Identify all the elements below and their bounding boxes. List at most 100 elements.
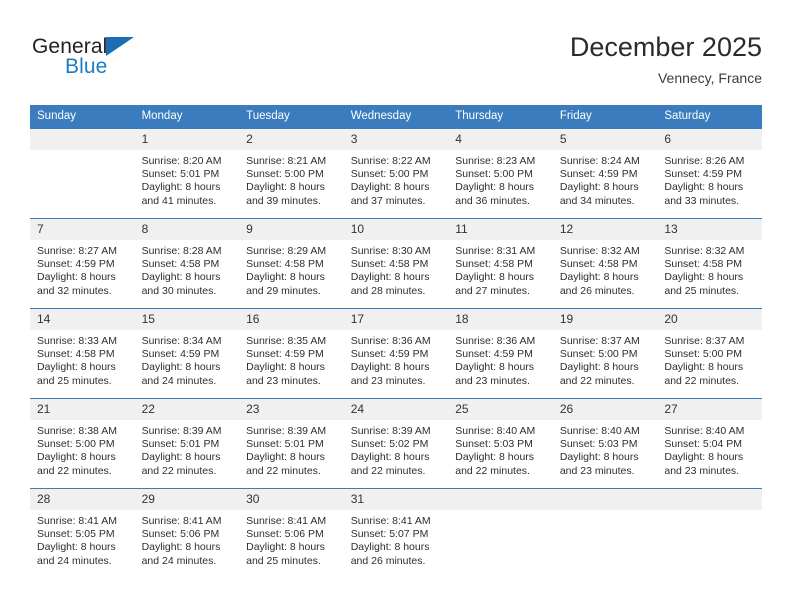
sunset-label: Sunset: 5:06 PM xyxy=(246,528,324,541)
sunset-label: Sunset: 4:59 PM xyxy=(664,168,743,181)
week-row: 21 Sunrise: 8:38 AM Sunset: 5:00 PM Dayligh… xyxy=(30,398,762,489)
weekday-header-row: Sunday Monday Tuesday Wednesday Thursday Frid… xyxy=(30,105,762,129)
day-cell[interactable]: 12 Sunrise: 8:32 AM Sunset: 4:58 PM Dayligh… xyxy=(552,218,658,309)
day-details: Sunrise: 8:23 AM Sunset: 5:00 PM Daylight:… xyxy=(448,150,553,208)
day-cell[interactable]: 21 Sunrise: 8:38 AM Sunset: 5:00 PM Dayligh… xyxy=(30,398,135,489)
day-cell[interactable]: 29 Sunrise: 8:41 AM Sunset: 5:06 PM Dayligh… xyxy=(134,488,240,578)
day-details: Sunrise: 8:22 AM Sunset: 5:00 PM Daylight:… xyxy=(344,150,449,208)
day-details: Sunrise: 8:29 AM Sunset: 4:58 PM Daylight:… xyxy=(239,240,344,298)
daylight-label-line2: and 37 minutes. xyxy=(350,194,426,207)
day-cell[interactable]: 27 Sunrise: 8:40 AM Sunset: 5:04 PM Dayligh… xyxy=(657,398,762,489)
daylight-label-line1: Daylight: 8 hours xyxy=(350,361,430,374)
day-cell[interactable]: 16 Sunrise: 8:35 AM Sunset: 4:59 PM Dayligh… xyxy=(239,308,344,399)
sunrise-label: Sunrise: 8:40 AM xyxy=(559,425,640,437)
day-cell[interactable]: 22 Sunrise: 8:39 AM Sunset: 5:01 PM Dayligh… xyxy=(134,398,240,489)
day-cell[interactable]: 5 Sunrise: 8:24 AM Sunset: 4:59 PM Daylight… xyxy=(552,128,658,219)
day-cell[interactable]: 15 Sunrise: 8:34 AM Sunset: 4:59 PM Dayligh… xyxy=(134,308,240,399)
day-cell[interactable]: 11 Sunrise: 8:31 AM Sunset: 4:58 PM Dayligh… xyxy=(448,218,553,309)
day-cell[interactable]: 10 Sunrise: 8:30 AM Sunset: 4:58 PM Dayligh… xyxy=(343,218,449,309)
daylight-label-line2: and 22 minutes. xyxy=(559,374,635,387)
daylight-label-line1: Daylight: 8 hours xyxy=(246,541,325,554)
daylight-label-line1: Daylight: 8 hours xyxy=(664,271,744,284)
day-number: 3 xyxy=(343,129,449,150)
day-cell[interactable]: 30 Sunrise: 8:41 AM Sunset: 5:06 PM Dayligh… xyxy=(239,488,344,578)
daylight-label-line2: and 23 minutes. xyxy=(246,374,321,387)
day-number: 13 xyxy=(657,219,762,240)
sunset-label: Sunset: 5:01 PM xyxy=(141,438,220,451)
sunset-label: Sunset: 4:59 PM xyxy=(455,348,533,361)
sunrise-label: Sunrise: 8:41 AM xyxy=(141,515,222,527)
daylight-label-line1: Daylight: 8 hours xyxy=(37,451,116,464)
day-cell[interactable]: 28 Sunrise: 8:41 AM Sunset: 5:05 PM Dayligh… xyxy=(30,488,135,578)
daylight-label-line1: Daylight: 8 hours xyxy=(559,451,639,464)
sunrise-label: Sunrise: 8:39 AM xyxy=(350,425,431,437)
daylight-label-line2: and 22 minutes. xyxy=(141,464,217,477)
day-cell[interactable]: 3 Sunrise: 8:22 AM Sunset: 5:00 PM Daylight… xyxy=(343,128,449,219)
page-title: December 2025 xyxy=(569,32,762,62)
day-cell[interactable]: 25 Sunrise: 8:40 AM Sunset: 5:03 PM Dayligh… xyxy=(448,398,553,489)
daylight-label-line1: Daylight: 8 hours xyxy=(350,451,430,464)
day-number xyxy=(552,489,658,510)
daylight-label-line2: and 26 minutes. xyxy=(350,554,426,567)
day-cell[interactable]: 4 Sunrise: 8:23 AM Sunset: 5:00 PM Daylight… xyxy=(448,128,553,219)
day-cell[interactable]: 6 Sunrise: 8:26 AM Sunset: 4:59 PM Daylight… xyxy=(657,128,762,219)
day-details: Sunrise: 8:21 AM Sunset: 5:00 PM Daylight:… xyxy=(239,150,344,208)
day-details: Sunrise: 8:41 AM Sunset: 5:06 PM Daylight:… xyxy=(239,510,344,568)
day-cell[interactable]: 9 Sunrise: 8:29 AM Sunset: 4:58 PM Daylight… xyxy=(239,218,344,309)
sunrise-label: Sunrise: 8:30 AM xyxy=(350,245,431,257)
daylight-label-line2: and 39 minutes. xyxy=(246,194,321,207)
sunrise-label: Sunrise: 8:28 AM xyxy=(141,245,222,257)
day-number: 10 xyxy=(343,219,449,240)
weekday-header-monday: Monday xyxy=(134,105,240,129)
day-cell[interactable]: 17 Sunrise: 8:36 AM Sunset: 4:59 PM Dayligh… xyxy=(343,308,449,399)
sunrise-label: Sunrise: 8:32 AM xyxy=(559,245,640,257)
day-cell[interactable]: 23 Sunrise: 8:39 AM Sunset: 5:01 PM Dayligh… xyxy=(239,398,344,489)
day-cell[interactable]: 20 Sunrise: 8:37 AM Sunset: 5:00 PM Dayligh… xyxy=(657,308,762,399)
sunset-label: Sunset: 5:00 PM xyxy=(37,438,115,451)
day-number: 21 xyxy=(30,399,135,420)
day-details: Sunrise: 8:28 AM Sunset: 4:58 PM Daylight:… xyxy=(135,240,240,298)
day-details: Sunrise: 8:30 AM Sunset: 4:58 PM Daylight:… xyxy=(344,240,449,298)
sunset-label: Sunset: 4:59 PM xyxy=(141,348,220,361)
daylight-label-line1: Daylight: 8 hours xyxy=(664,361,744,374)
sunrise-label: Sunrise: 8:40 AM xyxy=(664,425,745,437)
day-cell[interactable]: 8 Sunrise: 8:28 AM Sunset: 4:58 PM Daylight… xyxy=(134,218,240,309)
calendar-grid: Sunday Monday Tuesday Wednesday Thursday Frid… xyxy=(30,105,762,578)
daylight-label-line1: Daylight: 8 hours xyxy=(350,181,430,194)
day-cell[interactable]: 1 Sunrise: 8:20 AM Sunset: 5:01 PM Daylight… xyxy=(134,128,240,219)
brand-logo[interactable]: General Blue xyxy=(32,34,222,94)
daylight-label-line2: and 24 minutes. xyxy=(141,554,217,567)
sunrise-label: Sunrise: 8:33 AM xyxy=(37,335,117,347)
day-details: Sunrise: 8:26 AM Sunset: 4:59 PM Daylight:… xyxy=(657,150,762,208)
day-cell[interactable]: 24 Sunrise: 8:39 AM Sunset: 5:02 PM Dayligh… xyxy=(343,398,449,489)
weekday-header-saturday: Saturday xyxy=(657,105,762,129)
sunset-label: Sunset: 5:00 PM xyxy=(559,348,638,361)
daylight-label-line2: and 22 minutes. xyxy=(350,464,426,477)
day-details: Sunrise: 8:37 AM Sunset: 5:00 PM Daylight:… xyxy=(553,330,658,388)
day-cell[interactable]: 14 Sunrise: 8:33 AM Sunset: 4:58 PM Dayligh… xyxy=(30,308,135,399)
day-cell[interactable]: 19 Sunrise: 8:37 AM Sunset: 5:00 PM Dayligh… xyxy=(552,308,658,399)
week-row: 14 Sunrise: 8:33 AM Sunset: 4:58 PM Dayligh… xyxy=(30,308,762,399)
sunrise-label: Sunrise: 8:34 AM xyxy=(141,335,222,347)
day-number: 12 xyxy=(552,219,658,240)
day-number: 11 xyxy=(448,219,553,240)
sunset-label: Sunset: 4:59 PM xyxy=(350,348,429,361)
sunset-label: Sunset: 4:58 PM xyxy=(350,258,429,271)
day-cell[interactable]: 26 Sunrise: 8:40 AM Sunset: 5:03 PM Dayligh… xyxy=(552,398,658,489)
day-cell[interactable]: 18 Sunrise: 8:36 AM Sunset: 4:59 PM Dayligh… xyxy=(448,308,553,399)
day-number xyxy=(448,489,553,510)
day-cell[interactable]: 7 Sunrise: 8:27 AM Sunset: 4:59 PM Daylight… xyxy=(30,218,135,309)
day-details: Sunrise: 8:36 AM Sunset: 4:59 PM Daylight:… xyxy=(344,330,449,388)
sunset-label: Sunset: 4:58 PM xyxy=(455,258,533,271)
day-number: 7 xyxy=(30,219,135,240)
daylight-label-line1: Daylight: 8 hours xyxy=(664,181,744,194)
day-number: 18 xyxy=(448,309,553,330)
day-number: 23 xyxy=(239,399,344,420)
day-cell[interactable]: 31 Sunrise: 8:41 AM Sunset: 5:07 PM Dayligh… xyxy=(343,488,449,578)
sunrise-label: Sunrise: 8:41 AM xyxy=(37,515,117,527)
day-cell[interactable]: 13 Sunrise: 8:32 AM Sunset: 4:58 PM Dayligh… xyxy=(657,218,762,309)
title-block: December 2025 Vennecy, France xyxy=(570,30,762,88)
day-details: Sunrise: 8:34 AM Sunset: 4:59 PM Daylight:… xyxy=(135,330,240,388)
day-cell[interactable]: 2 Sunrise: 8:21 AM Sunset: 5:00 PM Daylight… xyxy=(239,128,344,219)
day-number: 14 xyxy=(30,309,135,330)
